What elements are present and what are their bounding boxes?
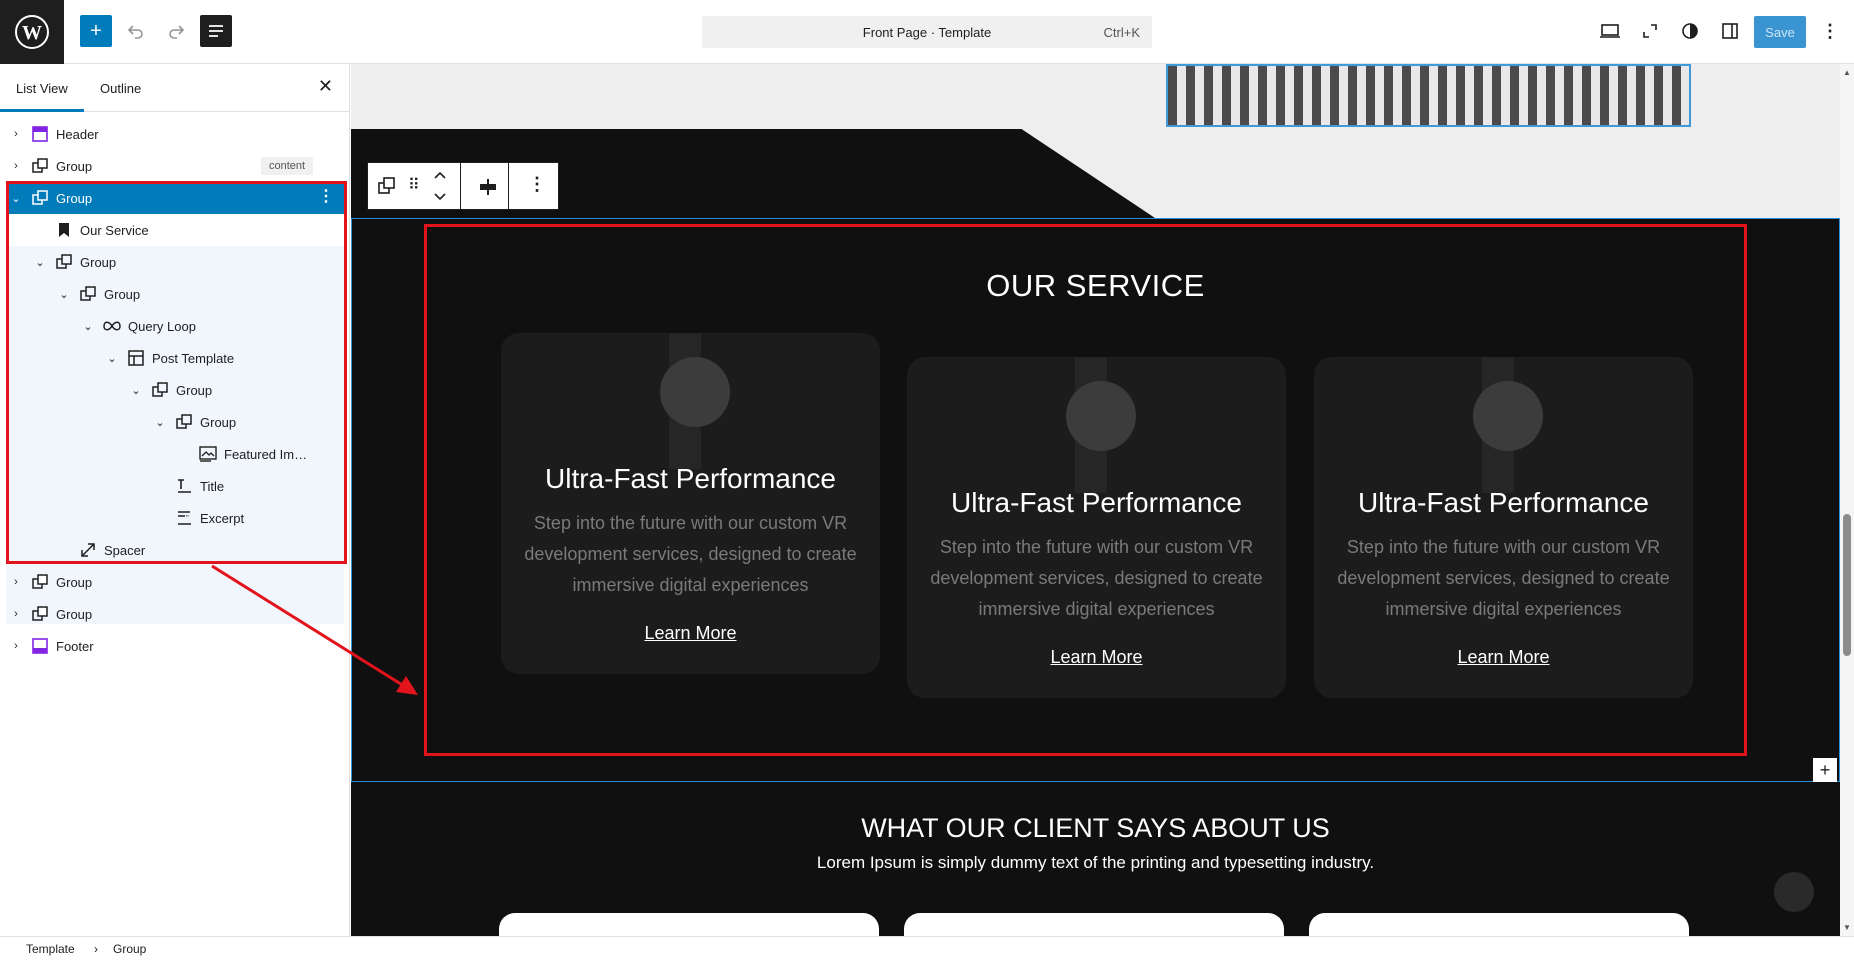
card-excerpt: Step into the future with our custom VR … [1337,537,1670,619]
floating-action-button[interactable] [1774,872,1814,912]
testimonial-subtitle: Lorem Ipsum is simply dummy text of the … [816,853,1375,872]
move-up-down-icon[interactable] [432,169,448,208]
list-item-label: Group [56,606,93,622]
drag-handle-icon[interactable]: ⠿ [408,175,420,195]
close-icon[interactable]: ✕ [318,76,333,97]
chevron-right-icon[interactable]: › [10,640,22,652]
chevron-right-icon[interactable]: › [10,576,22,588]
block-breadcrumb: Template › Group [0,936,1854,961]
sidebar-tabs: List View Outline ✕ [0,64,349,112]
scrollbar-thumb[interactable] [1843,514,1851,656]
card-title: Ultra-Fast Performance [951,487,1242,518]
card-title: Ultra-Fast Performance [1358,487,1649,518]
content-badge: content [261,157,314,175]
list-item-label: Group [56,574,93,590]
list-item[interactable]: › Header [6,118,344,150]
svg-text:W: W [22,22,42,44]
card-excerpt: Step into the future with our custom VR … [930,537,1263,619]
top-toolbar: W + Front Page · Template Ctrl+K Save ⋮ [0,0,1854,64]
editor-canvas: ⠿ ⋮ OUR SERVICE Ultra-Fast Performance S… [351,64,1840,936]
list-item-label: Header [56,126,99,142]
wordpress-logo-icon[interactable]: W [0,0,64,64]
align-full-icon[interactable] [478,177,498,202]
chevron-right-icon[interactable]: › [10,128,22,140]
section-heading: OUR SERVICE [986,268,1205,303]
group-block-icon [30,604,50,624]
testimonial-card[interactable] [1309,913,1689,936]
service-card[interactable]: Ultra-Fast Performance Step into the fut… [1314,357,1693,698]
breadcrumb-current: Group [113,942,147,956]
card-excerpt: Step into the future with our custom VR … [524,513,857,595]
command-palette-bar[interactable]: Front Page · Template Ctrl+K [702,16,1152,48]
list-item[interactable]: › Group [6,566,344,598]
styles-icon[interactable] [1674,15,1706,47]
chevron-right-icon: › [94,942,98,956]
document-overview-button[interactable] [200,15,232,47]
template-title: Front Page · Template [862,25,992,40]
shortcut-hint: Ctrl+K [1103,25,1140,40]
testimonial-heading: WHAT OUR CLIENT SAYS ABOUT US [861,813,1330,843]
list-item[interactable]: › Footer [6,630,344,662]
testimonial-card[interactable] [499,913,879,936]
active-tab-indicator [0,109,84,112]
hero-image[interactable] [1166,64,1691,127]
options-menu-icon[interactable]: ⋮ [1814,15,1846,47]
desktop-preview-icon[interactable] [1594,15,1626,47]
learn-more-link[interactable]: Learn More [1314,647,1693,668]
card-title: Ultra-Fast Performance [545,463,836,494]
scrollbar[interactable]: ▲ ▼ [1840,64,1854,936]
tab-outline[interactable]: Outline [100,81,141,96]
group-block-icon[interactable] [378,177,396,200]
scroll-down-icon[interactable]: ▼ [1843,923,1851,932]
list-item[interactable]: › Group content [6,150,344,182]
group-block-icon [30,156,50,176]
learn-more-link[interactable]: Learn More [501,623,880,644]
footer-template-icon [30,636,50,656]
redo-icon[interactable] [160,15,192,47]
insert-block-plus-icon[interactable]: + [1813,758,1837,782]
toolbar-separator [460,163,461,209]
list-item-label: Group [56,158,93,174]
featured-image-placeholder [660,357,730,427]
chevron-right-icon[interactable]: › [10,160,22,172]
settings-sidebar-icon[interactable] [1714,15,1746,47]
list-item[interactable]: › Group [6,598,344,630]
toolbar-separator [508,163,509,209]
save-button[interactable]: Save [1754,16,1806,48]
diagonal-divider [1020,128,1840,218]
undo-icon[interactable] [120,15,152,47]
add-block-button[interactable]: + [80,15,112,47]
learn-more-link[interactable]: Learn More [907,647,1286,668]
chevron-right-icon[interactable]: › [10,608,22,620]
annotation-highlight-sidebar [6,181,347,564]
fullscreen-icon[interactable] [1634,15,1666,47]
featured-image-placeholder [1066,381,1136,451]
tab-list-view[interactable]: List View [16,81,68,96]
testimonial-card[interactable] [904,913,1284,936]
more-options-icon[interactable]: ⋮ [528,174,546,195]
breadcrumb-root[interactable]: Template [26,942,75,956]
block-toolbar: ⠿ ⋮ [367,162,559,210]
featured-image-placeholder [1473,381,1543,451]
service-card[interactable]: Ultra-Fast Performance Step into the fut… [501,333,880,674]
group-block-icon [30,572,50,592]
service-card[interactable]: Ultra-Fast Performance Step into the fut… [907,357,1286,698]
header-template-icon [30,124,50,144]
list-item-label: Footer [56,638,94,654]
scroll-up-icon[interactable]: ▲ [1843,68,1851,77]
